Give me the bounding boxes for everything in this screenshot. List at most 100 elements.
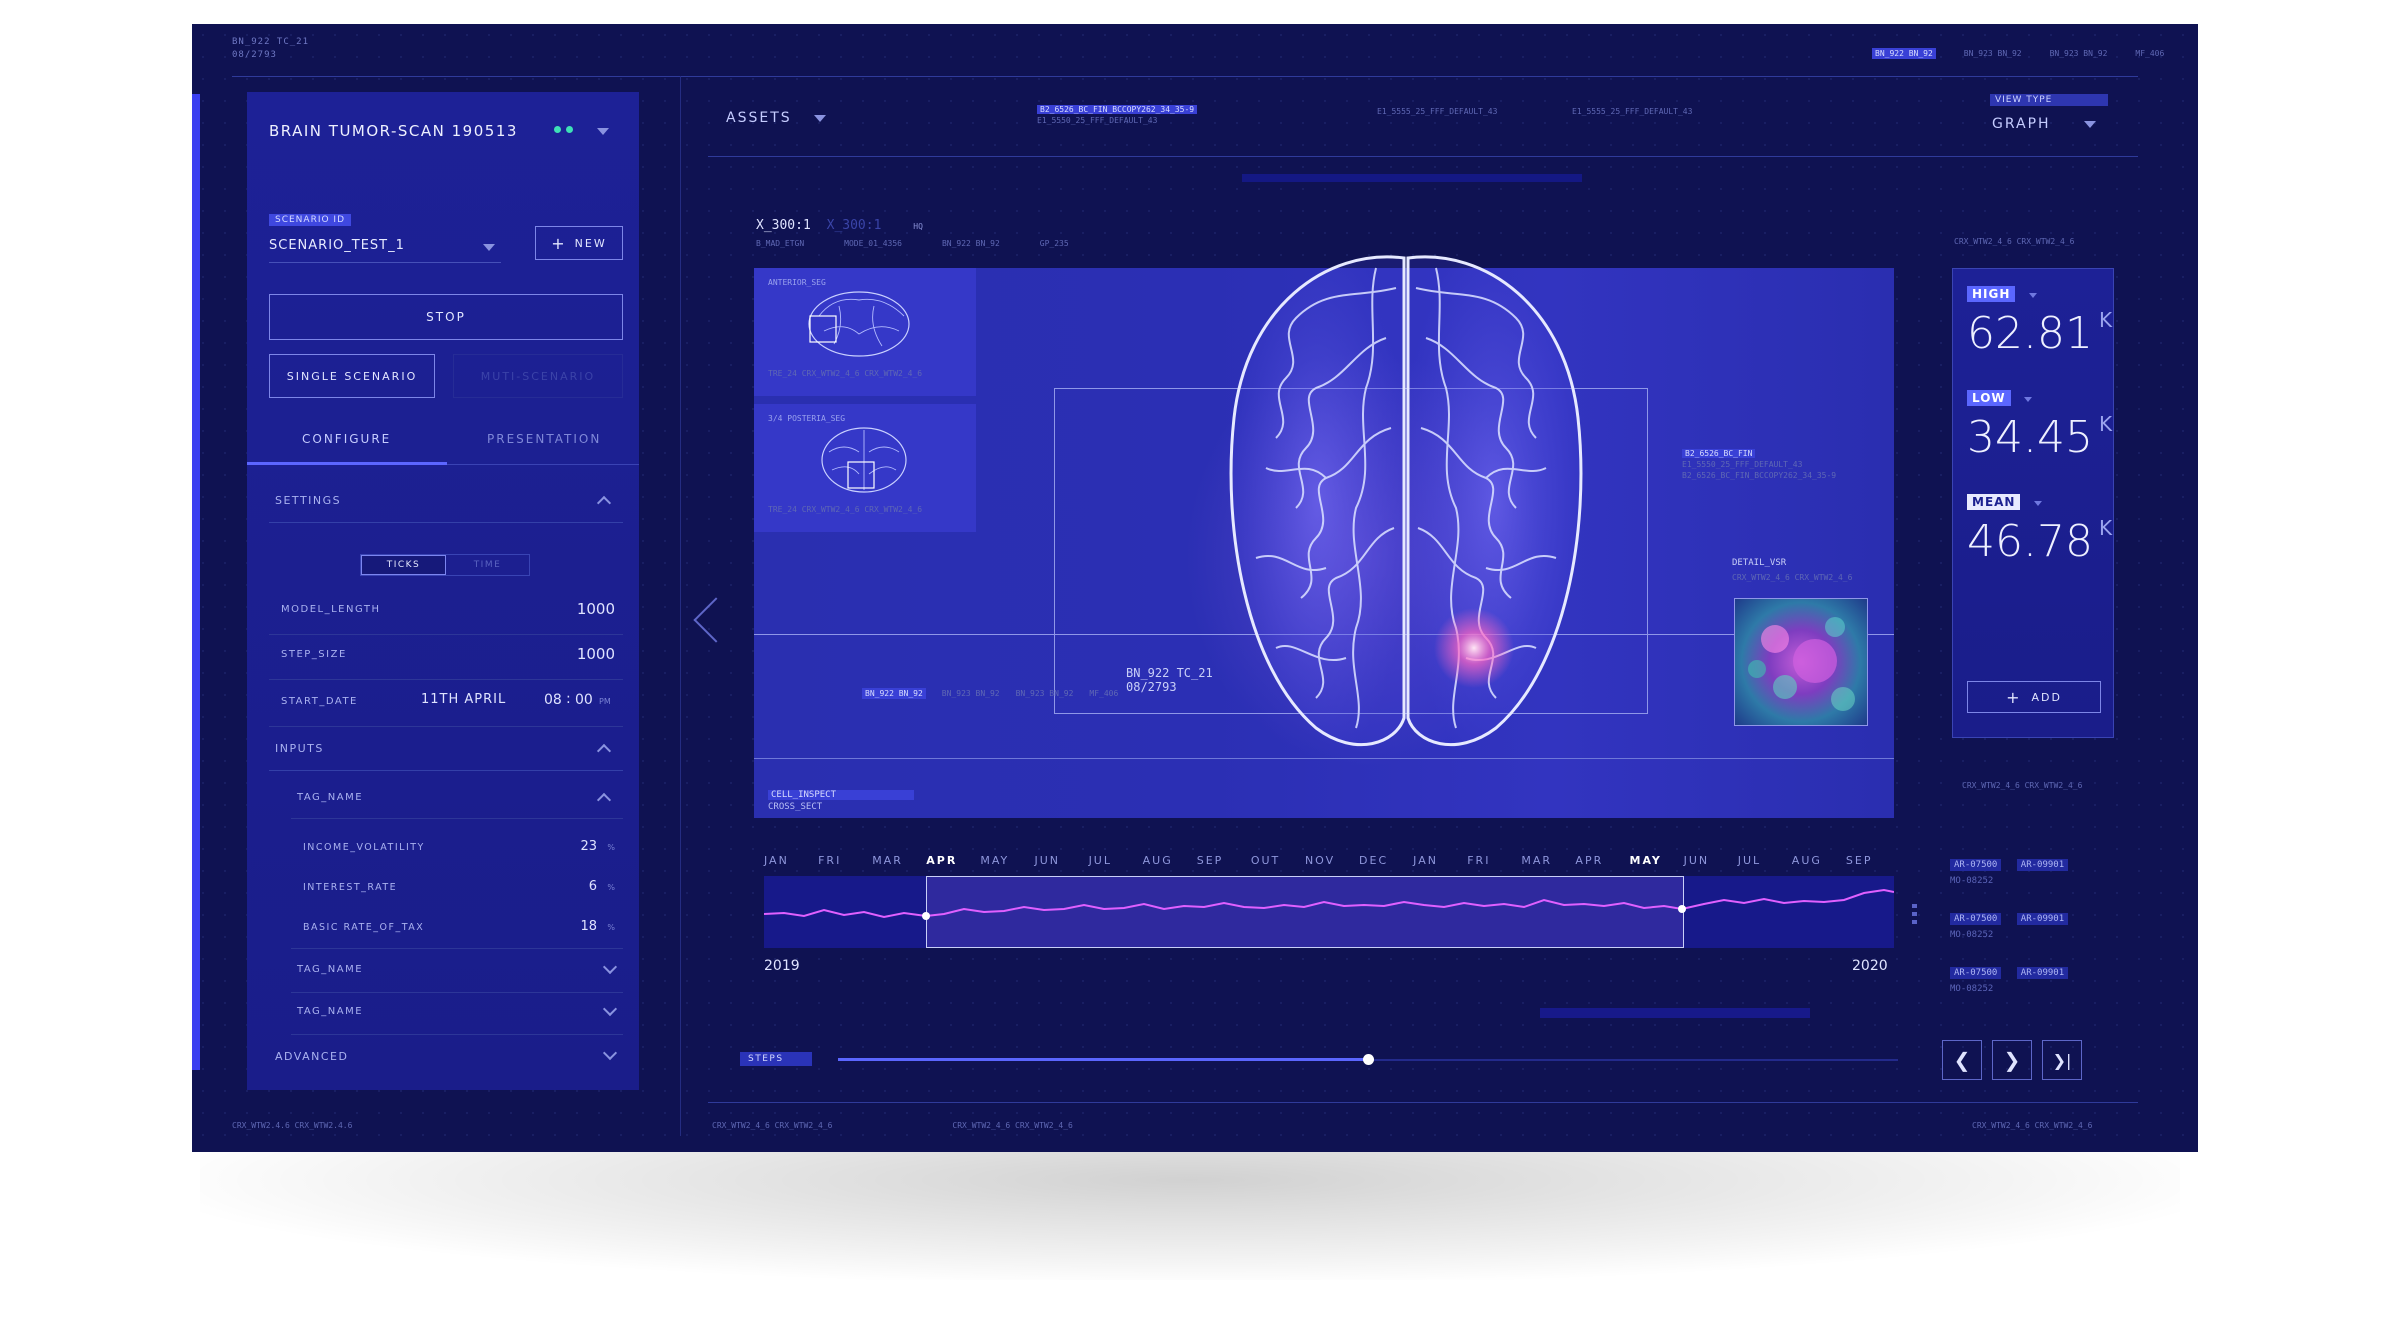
- timeline-month[interactable]: JAN: [1413, 854, 1438, 867]
- status-dot: [554, 126, 561, 133]
- timeline-month[interactable]: OUT: [1251, 854, 1280, 867]
- scenario-select[interactable]: SCENARIO_TEST_1: [269, 232, 501, 263]
- advanced-row[interactable]: ADVANCED: [269, 1036, 623, 1080]
- start-date-row[interactable]: START_DATE 11TH APRIL 08 : 00 PM: [269, 680, 623, 727]
- timeline-chart[interactable]: [764, 876, 1894, 948]
- step-size-value[interactable]: 1000: [577, 645, 615, 663]
- input-row-interest[interactable]: INTEREST_RATE 6 %: [291, 868, 623, 908]
- input-unit: %: [607, 923, 615, 932]
- multi-scenario-button[interactable]: MUTI-SCENARIO: [453, 354, 623, 398]
- timeline-month[interactable]: JAN: [764, 854, 789, 867]
- top-id-line2: 08/2793: [232, 50, 277, 60]
- timeline-month[interactable]: AUG: [1143, 854, 1173, 867]
- start-date-value[interactable]: 11TH APRIL: [421, 692, 506, 707]
- footer-codes: CRX_WTW2_4_6 CRX_WTW2_4_6 CRX_WTW2_4_6 C…: [712, 1120, 1073, 1131]
- chevron-down-icon[interactable]: [2034, 501, 2043, 506]
- next-button[interactable]: ❯: [1992, 1040, 2032, 1080]
- chevron-up-icon[interactable]: [596, 792, 612, 808]
- top-id-line1: BN_922 TC_21: [232, 37, 310, 47]
- view-type-select[interactable]: GRAPH: [1992, 116, 2051, 132]
- thumb-posterior[interactable]: 3/4 POSTERIA_SEG TRE_24 CRX_WTW2_4_6 CRX…: [754, 404, 976, 532]
- input-label: BASIC RATE_OF_TAX: [303, 922, 425, 933]
- steps-track[interactable]: [838, 1054, 1898, 1065]
- high-unit: K: [2098, 308, 2113, 332]
- viewer-prev-arrow-icon[interactable]: [693, 597, 739, 643]
- tab-configure[interactable]: CONFIGURE: [302, 432, 391, 446]
- chevron-down-icon[interactable]: [2024, 397, 2033, 402]
- thumb-anterior[interactable]: ANTERIOR_SEG TRE_24 CRX_WTW2_4_6 CRX_WTW…: [754, 268, 976, 396]
- divider: [291, 818, 623, 819]
- timeline-month[interactable]: APR: [926, 854, 957, 867]
- assets-dropdown[interactable]: ASSETS: [726, 110, 792, 126]
- timeline-month[interactable]: JUL: [1089, 854, 1112, 867]
- timeline-month[interactable]: SEP: [1846, 854, 1873, 867]
- dashboard-screen: BN_922 TC_21 08/2793 BN_922 BN_92 BN_923…: [192, 24, 2198, 1152]
- start-hour[interactable]: 08: [544, 692, 562, 708]
- stop-button[interactable]: STOP: [269, 294, 623, 340]
- timeline-month[interactable]: NOV: [1305, 854, 1335, 867]
- ticks-time-toggle[interactable]: TICKS TIME: [360, 554, 530, 576]
- view-type-chevron-icon[interactable]: [2084, 121, 2096, 128]
- tag-name-header[interactable]: TAG_NAME: [297, 792, 363, 803]
- input-row-volatility[interactable]: INCOME_VOLATILITY 23 %: [291, 828, 623, 868]
- timeline-months: JAN FRI MAR APR MAY JUN JUL AUG SEP OUT NOV DEC JAN F…: [758, 854, 1894, 870]
- add-button[interactable]: + ADD: [1967, 681, 2101, 713]
- settings-header[interactable]: SETTINGS: [275, 494, 341, 507]
- input-value[interactable]: 18: [580, 919, 597, 934]
- prev-button[interactable]: ❮: [1942, 1040, 1982, 1080]
- mean-tag: MEAN: [1967, 494, 2021, 510]
- assets-chevron-icon[interactable]: [814, 115, 826, 122]
- viewer-canvas[interactable]: ANTERIOR_SEG TRE_24 CRX_WTW2_4_6 CRX_WTW…: [754, 255, 1894, 818]
- cell-detail-image[interactable]: [1734, 598, 1868, 726]
- toggle-ticks[interactable]: TICKS: [361, 555, 446, 575]
- timeline-month[interactable]: DEC: [1359, 854, 1388, 867]
- tag-name-row-3[interactable]: TAG_NAME: [291, 992, 623, 1035]
- title-dropdown-icon[interactable]: [597, 128, 609, 135]
- input-row-tax[interactable]: BASIC RATE_OF_TAX 18 %: [291, 908, 623, 949]
- input-value[interactable]: 23: [580, 839, 597, 854]
- top-tag: BN_923 BN_92: [1963, 49, 2022, 58]
- brain-thumb-icon: [821, 427, 907, 493]
- model-length-row[interactable]: MODEL_LENGTH 1000: [269, 590, 623, 635]
- hq-badge: HQ: [913, 222, 923, 231]
- add-label: ADD: [2031, 690, 2062, 704]
- toggle-time[interactable]: TIME: [446, 555, 529, 575]
- id-a: AR-07500: [1950, 913, 2002, 925]
- new-button[interactable]: + NEW: [535, 226, 623, 260]
- timeline-month[interactable]: AUG: [1792, 854, 1822, 867]
- tag-name-row-2[interactable]: TAG_NAME: [291, 950, 623, 993]
- timeline-month[interactable]: APR: [1575, 854, 1603, 867]
- chevron-down-icon: [602, 1045, 618, 1061]
- start-minute[interactable]: 00: [575, 692, 593, 708]
- timeline-month[interactable]: JUN: [1684, 854, 1710, 867]
- model-length-value[interactable]: 1000: [577, 600, 615, 618]
- code: E1_5550_25_FFF_DEFAULT_43: [1682, 460, 1803, 469]
- inputs-header[interactable]: INPUTS: [275, 742, 324, 755]
- start-ampm[interactable]: PM: [599, 697, 611, 706]
- header-code: E1_5555_25_FFF_DEFAULT_43: [1572, 107, 1693, 116]
- single-scenario-button[interactable]: SINGLE SCENARIO: [269, 354, 435, 398]
- divider: [708, 76, 2138, 77]
- timeline-month[interactable]: FRI: [1467, 854, 1490, 867]
- timeline-month[interactable]: MAR: [872, 854, 903, 867]
- meta-item: GP_235: [1039, 239, 1069, 248]
- chevron-up-icon[interactable]: [596, 495, 612, 511]
- drag-handle-icon[interactable]: [1912, 904, 1917, 926]
- timeline-month[interactable]: JUL: [1738, 854, 1761, 867]
- divider: [269, 522, 623, 523]
- timeline-month[interactable]: FRI: [818, 854, 841, 867]
- tab-presentation[interactable]: PRESENTATION: [487, 432, 601, 446]
- last-button[interactable]: ❯|: [2042, 1040, 2082, 1080]
- timeline-month[interactable]: MAY: [980, 854, 1009, 867]
- chevron-down-icon[interactable]: [2029, 293, 2038, 298]
- steps-slider-handle[interactable]: [1363, 1054, 1374, 1065]
- mean-value: 46.78: [1967, 516, 2093, 567]
- footer-code: CRX_WTW2_4_6 CRX_WTW2_4_6: [1972, 1121, 2093, 1130]
- timeline-month[interactable]: MAR: [1521, 854, 1552, 867]
- timeline-month[interactable]: JUN: [1034, 854, 1060, 867]
- chevron-up-icon[interactable]: [596, 743, 612, 759]
- timeline-month[interactable]: MAY: [1630, 854, 1662, 867]
- timeline-month[interactable]: SEP: [1197, 854, 1224, 867]
- step-size-row[interactable]: STEP_SIZE 1000: [269, 635, 623, 680]
- input-value[interactable]: 6: [589, 879, 597, 894]
